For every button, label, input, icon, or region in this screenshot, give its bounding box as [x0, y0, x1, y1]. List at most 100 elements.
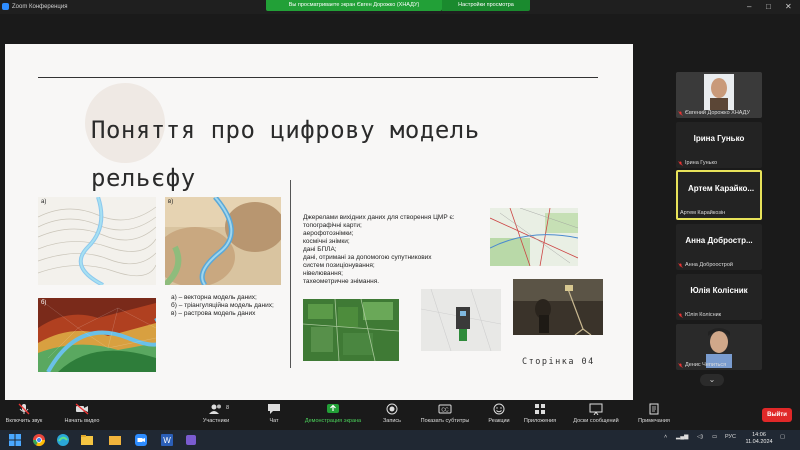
participant-tile-active-speaker[interactable]: Артем Карайко... Артем Карайкозін	[676, 170, 762, 220]
slide-page-number: Сторінка 04	[522, 357, 595, 367]
caption-item: б) – тріангуляційна модель даних;	[171, 302, 274, 309]
sources-item: нівелювання;	[303, 270, 343, 277]
show-subtitles-button[interactable]: CC Показать субтитры	[416, 403, 474, 424]
app-title-group: Zoom Конференция	[2, 3, 67, 10]
caption-item: а) – векторна модель даних;	[171, 294, 257, 301]
clock-time: 14:06	[752, 432, 766, 438]
zoom-taskbar-icon[interactable]	[134, 433, 148, 447]
smiley-icon	[493, 403, 505, 415]
mic-muted-icon	[678, 312, 683, 318]
unmute-button[interactable]: Включить звук	[4, 403, 44, 424]
surveyor-photo	[513, 279, 603, 335]
svg-text:CC: CC	[441, 408, 449, 414]
shared-screen-area: Поняття про цифрову модель рельєфу а) в)…	[0, 14, 672, 410]
participant-display-name: Юлія Колісник	[685, 312, 722, 318]
apps-label: Приложения	[523, 418, 557, 424]
participant-name: Анна Добростр...	[685, 236, 753, 245]
mic-muted-icon	[18, 403, 30, 415]
word-icon[interactable]: W	[160, 433, 174, 447]
apps-button[interactable]: Приложения	[520, 403, 560, 424]
participant-tile[interactable]: Юлія Колісник Юлія Колісник	[676, 274, 762, 320]
mic-muted-icon	[678, 362, 683, 368]
close-icon[interactable]: ✕	[785, 2, 792, 11]
start-video-label: Начать видео	[64, 418, 100, 424]
unmute-label: Включить звук	[5, 418, 43, 424]
participant-name: Юлія Колісник	[690, 286, 748, 295]
slide-title: Поняття про цифрову модель рельєфу	[91, 106, 561, 202]
chat-label: Чат	[269, 418, 279, 424]
participant-display-name: Артем Карайкозін	[680, 210, 726, 216]
reactions-button[interactable]: Реакции	[484, 403, 514, 424]
sources-item: тахеометричне знімання.	[303, 278, 380, 285]
view-settings-button[interactable]: Настройки просмотра	[442, 0, 530, 11]
start-video-button[interactable]: Начать видео	[60, 403, 104, 424]
whiteboard-icon	[589, 403, 603, 415]
participant-tile[interactable]: Ірина Гунько Ірина Гунько	[676, 122, 762, 168]
record-button[interactable]: Запись	[378, 403, 406, 424]
sources-item: космічні знімки;	[303, 238, 350, 245]
participant-tile-video[interactable]: Євгений Дорожко ХНАДУ	[676, 72, 762, 118]
data-sources-list: Джерелами вихідних даних для створення Ц…	[303, 214, 493, 286]
share-screen-button[interactable]: Демонстрация экрана	[300, 403, 366, 424]
window-titlebar: Zoom Конференция Вы просматриваете экран…	[0, 0, 800, 14]
tray-chevron-icon[interactable]: ˄	[664, 434, 667, 440]
map-label-a: а)	[41, 199, 47, 205]
sources-item: систем позиціонування;	[303, 262, 375, 269]
share-screen-icon	[327, 404, 339, 413]
tin-model-map	[38, 298, 156, 372]
notes-button[interactable]: Примечания	[632, 403, 676, 424]
whiteboards-button[interactable]: Доски сообщений	[568, 403, 624, 424]
minimize-icon[interactable]: –	[747, 2, 751, 11]
svg-text:W: W	[163, 436, 171, 445]
participant-sub: Артем Карайкозін	[680, 210, 725, 216]
participants-count: 8	[226, 405, 230, 411]
participant-sub: Денис Чепиться	[678, 362, 726, 368]
volume-icon[interactable]: ◁)	[697, 434, 703, 440]
participant-tile[interactable]: Анна Добростр... Анна Доброострой	[676, 224, 762, 270]
map-label-c: б)	[41, 300, 47, 306]
gallery-scroll-down-button[interactable]: ⌄	[700, 374, 724, 386]
participant-name: Ірина Гунько	[693, 134, 745, 143]
sources-item: Джерелами вихідних даних для створення Ц…	[303, 214, 455, 221]
participant-tile-video[interactable]: Денис Чепиться	[676, 324, 762, 370]
slide-title-line1: Поняття про цифрову модель	[91, 116, 480, 144]
topographic-map-image	[490, 208, 578, 266]
network-icon[interactable]: ▂▄▆	[676, 434, 688, 440]
file-explorer-folder-icon[interactable]	[108, 433, 122, 447]
notes-label: Примечания	[638, 418, 670, 424]
notifications-icon[interactable]: ▢	[780, 434, 785, 440]
slide-divider-vertical	[290, 180, 291, 368]
whiteboards-label: Доски сообщений	[573, 418, 619, 424]
model-captions: а) – векторна модель даних; б) – тріангу…	[171, 294, 274, 318]
map-label-b: в)	[168, 199, 174, 205]
input-language[interactable]: РУС	[725, 434, 736, 440]
notes-icon	[649, 403, 659, 415]
chat-button[interactable]: Чат	[262, 403, 286, 424]
chrome-icon[interactable]	[32, 433, 46, 447]
share-banner[interactable]: Вы просматриваете экран Євген Дорожко (Х…	[266, 0, 442, 11]
camera-off-icon	[75, 403, 89, 415]
participant-display-name: Євгений Дорожко ХНАДУ	[685, 110, 750, 116]
presentation-slide: Поняття про цифрову модель рельєфу а) в)…	[5, 44, 633, 410]
slide-title-line2: рельєфу	[91, 164, 196, 192]
vector-model-map	[38, 197, 156, 285]
leave-meeting-button[interactable]: Выйти	[762, 408, 792, 422]
edge-icon[interactable]	[56, 433, 70, 447]
maximize-icon[interactable]: □	[766, 2, 771, 11]
record-label: Запись	[382, 418, 402, 424]
mic-muted-icon	[678, 160, 683, 166]
file-explorer-icon[interactable]	[80, 433, 94, 447]
sources-item: топографічні карти;	[303, 222, 362, 229]
participant-display-name: Денис Чепиться	[685, 362, 727, 368]
taskbar-clock[interactable]: 14:06 11.04.2024	[744, 432, 774, 446]
mic-muted-icon	[678, 262, 683, 268]
participant-name: Артем Карайко...	[687, 184, 755, 193]
show-subtitles-label: Показать субтитры	[420, 418, 470, 424]
meeting-toolbar: Включить звук Начать видео Участники 8 Ч…	[0, 400, 800, 430]
participant-display-name: Ірина Гунько	[685, 160, 718, 166]
chat-icon	[268, 404, 280, 414]
battery-icon[interactable]: ▭	[712, 434, 717, 440]
app-taskbar-icon[interactable]	[184, 433, 198, 447]
reactions-label: Реакции	[488, 418, 510, 424]
windows-start-icon[interactable]	[8, 433, 22, 447]
